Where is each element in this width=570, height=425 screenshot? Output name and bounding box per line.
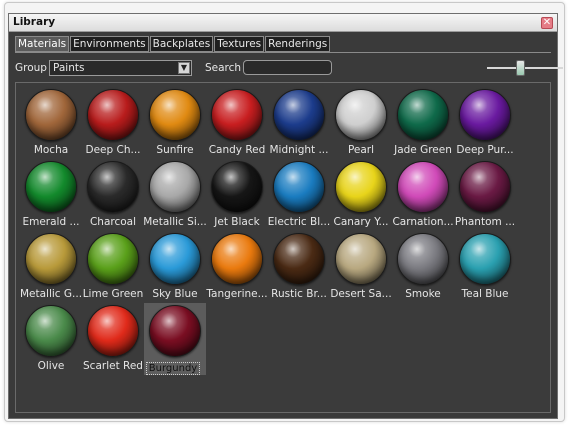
material-tile[interactable]: Sunfire bbox=[144, 87, 206, 159]
material-swatch[interactable] bbox=[149, 233, 201, 285]
window-title: Library bbox=[13, 16, 56, 28]
material-grid: Mocha Deep Ch... Sunfire Candy Red Midnight … bbox=[15, 82, 551, 413]
material-tile[interactable]: Candy Red bbox=[206, 87, 268, 159]
material-label: Phantom ... bbox=[454, 216, 516, 228]
tab-textures[interactable]: Textures bbox=[214, 36, 265, 52]
material-swatch[interactable] bbox=[211, 233, 263, 285]
material-tile[interactable]: Midnight ... bbox=[268, 87, 330, 159]
slider-thumb[interactable] bbox=[516, 60, 526, 76]
material-swatch[interactable] bbox=[149, 161, 201, 213]
tab-materials[interactable]: Materials bbox=[15, 36, 70, 52]
material-tile[interactable]: Canary Y... bbox=[330, 159, 392, 231]
material-tile[interactable]: Olive bbox=[20, 303, 82, 375]
material-tile[interactable]: Carnation... bbox=[392, 159, 454, 231]
material-tile[interactable]: Phantom ... bbox=[454, 159, 516, 231]
material-swatch[interactable] bbox=[397, 161, 449, 213]
tab-bar: Materials Environments Backplates Textur… bbox=[15, 36, 331, 52]
material-tile[interactable]: Deep Pur... bbox=[454, 87, 516, 159]
material-swatch[interactable] bbox=[87, 233, 139, 285]
material-tile[interactable]: Desert Sa... bbox=[330, 231, 392, 303]
search-input[interactable] bbox=[243, 60, 332, 75]
material-tile[interactable]: Jade Green bbox=[392, 87, 454, 159]
material-label: Deep Pur... bbox=[456, 144, 514, 156]
material-tile[interactable]: Charcoal bbox=[82, 159, 144, 231]
material-swatch[interactable] bbox=[459, 161, 511, 213]
group-label: Group bbox=[15, 62, 47, 74]
material-tile[interactable]: Tangerine... bbox=[206, 231, 268, 303]
material-swatch[interactable] bbox=[397, 233, 449, 285]
material-tile[interactable]: Rustic Br... bbox=[268, 231, 330, 303]
material-tile[interactable]: Scarlet Red bbox=[82, 303, 144, 375]
material-label: Burgundy bbox=[146, 362, 200, 375]
material-swatch[interactable] bbox=[87, 89, 139, 141]
material-swatch[interactable] bbox=[25, 305, 77, 357]
material-tile[interactable]: Sky Blue bbox=[144, 231, 206, 303]
material-tile[interactable]: Mocha bbox=[20, 87, 82, 159]
material-swatch[interactable] bbox=[335, 161, 387, 213]
material-swatch[interactable] bbox=[459, 89, 511, 141]
material-swatch[interactable] bbox=[273, 233, 325, 285]
material-swatch[interactable] bbox=[149, 305, 201, 357]
tab-backplates[interactable]: Backplates bbox=[149, 36, 214, 52]
material-tile[interactable]: Jet Black bbox=[206, 159, 268, 231]
title-bar[interactable]: Library ✕ bbox=[9, 14, 557, 32]
material-swatch[interactable] bbox=[25, 89, 77, 141]
material-tile[interactable]: Deep Ch... bbox=[82, 87, 144, 159]
material-swatch[interactable] bbox=[87, 305, 139, 357]
material-tile[interactable]: Teal Blue bbox=[454, 231, 516, 303]
material-swatch[interactable] bbox=[397, 89, 449, 141]
material-swatch[interactable] bbox=[335, 233, 387, 285]
tab-environments[interactable]: Environments bbox=[70, 36, 149, 52]
material-tile[interactable]: Electric Bl... bbox=[268, 159, 330, 231]
material-swatch[interactable] bbox=[459, 233, 511, 285]
close-button[interactable]: ✕ bbox=[541, 17, 553, 29]
material-swatch[interactable] bbox=[149, 89, 201, 141]
material-swatch[interactable] bbox=[211, 89, 263, 141]
material-tile[interactable]: Pearl bbox=[330, 87, 392, 159]
material-tile[interactable]: Metallic Si... bbox=[143, 159, 207, 231]
material-tile[interactable]: Metallic G... bbox=[20, 231, 82, 303]
chevron-down-icon[interactable]: ▼ bbox=[178, 62, 190, 74]
material-tile[interactable]: Lime Green bbox=[82, 231, 144, 303]
material-swatch[interactable] bbox=[25, 233, 77, 285]
material-swatch[interactable] bbox=[335, 89, 387, 141]
material-tile[interactable]: Burgundy bbox=[144, 303, 206, 375]
library-window: Library ✕ Materials Environments Backpla… bbox=[8, 13, 563, 419]
group-dropdown[interactable]: Paints ▼ bbox=[49, 60, 192, 76]
material-label: Teal Blue bbox=[461, 288, 509, 300]
material-tile[interactable]: Emerald ... bbox=[20, 159, 82, 231]
material-swatch[interactable] bbox=[87, 161, 139, 213]
material-label: Scarlet Red bbox=[83, 360, 143, 372]
material-tile[interactable]: Smoke bbox=[392, 231, 454, 303]
group-dropdown-value: Paints bbox=[53, 62, 85, 74]
tab-renderings[interactable]: Renderings bbox=[265, 36, 331, 52]
tab-divider bbox=[15, 52, 551, 53]
material-swatch[interactable] bbox=[273, 161, 325, 213]
material-swatch[interactable] bbox=[211, 161, 263, 213]
material-swatch[interactable] bbox=[25, 161, 77, 213]
material-swatch[interactable] bbox=[273, 89, 325, 141]
search-label: Search bbox=[205, 62, 242, 74]
filter-toolbar: Group Paints ▼ Search bbox=[15, 59, 563, 79]
